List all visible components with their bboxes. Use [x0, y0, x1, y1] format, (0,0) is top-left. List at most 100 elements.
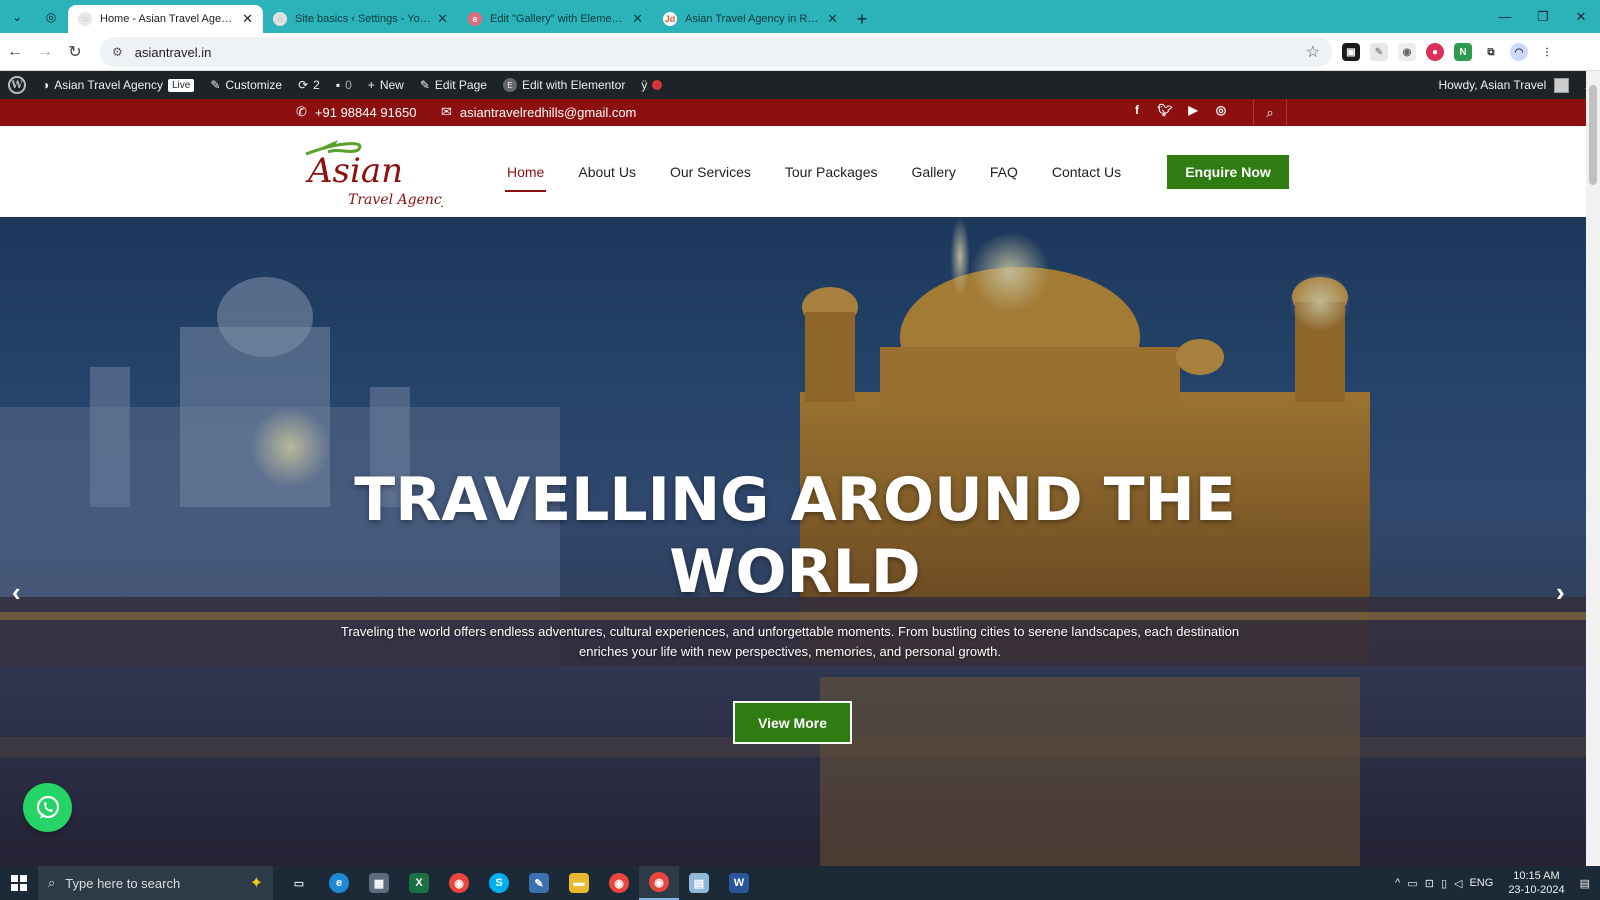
new-tab-button[interactable]: +: [848, 5, 876, 33]
chevron-up-icon[interactable]: ^: [1395, 877, 1400, 889]
pen-icon[interactable]: ✎: [1370, 43, 1388, 61]
slider-next-arrow-icon[interactable]: ›: [1556, 577, 1565, 608]
windows-start-button[interactable]: [0, 866, 38, 900]
forward-arrow-icon[interactable]: →: [30, 43, 60, 61]
twitter-icon[interactable]: 🐦︎: [1157, 103, 1172, 117]
nav-contact-us[interactable]: Contact Us: [1035, 126, 1138, 217]
chrome-app[interactable]: ◉: [439, 866, 479, 900]
paint-app[interactable]: ✎: [519, 866, 559, 900]
nav-gallery[interactable]: Gallery: [894, 126, 972, 217]
extension-icon[interactable]: ▣: [1342, 43, 1360, 61]
chrome-active-app[interactable]: ◉: [639, 866, 679, 900]
wp-comments[interactable]: ▪ 0: [328, 71, 360, 99]
wp-account[interactable]: Howdy, Asian Travel ⌕: [1438, 71, 1592, 99]
minimize-icon[interactable]: —: [1486, 0, 1524, 33]
excel-app[interactable]: X: [399, 866, 439, 900]
taskbar-search-box[interactable]: ⌕ Type here to search ✦: [38, 866, 273, 900]
chrome-icon: ◉: [449, 873, 469, 893]
close-tab-icon[interactable]: ✕: [437, 11, 448, 27]
skype-app[interactable]: S: [479, 866, 519, 900]
address-bar[interactable]: ⚙ asiantravel.in ☆: [100, 37, 1332, 67]
restore-icon[interactable]: ❐: [1524, 0, 1562, 33]
chrome-profile-app[interactable]: ◉: [599, 866, 639, 900]
color-picker-icon[interactable]: ●: [1426, 43, 1444, 61]
nav-faq[interactable]: FAQ: [973, 126, 1035, 217]
email-link[interactable]: ✉ asiantravelredhills@gmail.com: [441, 104, 636, 120]
justdial-icon: Jd: [663, 12, 677, 26]
hero-slider: TRAVELLING AROUND THE WORLD Traveling th…: [0, 217, 1586, 866]
facebook-icon[interactable]: f: [1130, 103, 1144, 117]
new-label: New: [379, 78, 404, 92]
instagram-icon[interactable]: ◎: [1214, 103, 1228, 117]
edge-icon: e: [329, 873, 349, 893]
hero-headline: TRAVELLING AROUND THE WORLD: [354, 465, 1236, 607]
elementor-icon: e: [468, 12, 482, 26]
site-logo[interactable]: Asian Travel Agency: [298, 138, 443, 210]
browser-tab-home[interactable]: ◌ Home - Asian Travel Agency ✕: [68, 5, 263, 33]
page-scrollbar[interactable]: [1586, 71, 1600, 866]
phone-link[interactable]: ✆ +91 98844 91650: [296, 104, 416, 120]
task-view-button[interactable]: ▭: [279, 866, 319, 900]
back-arrow-icon[interactable]: ←: [0, 43, 30, 61]
email-address: asiantravelredhills@gmail.com: [459, 104, 637, 120]
file-explorer-app[interactable]: ▬: [559, 866, 599, 900]
howdy-label: Howdy, Asian Travel: [1438, 78, 1547, 92]
logo-text-main: Asian: [305, 151, 403, 191]
skype-icon: S: [489, 873, 509, 893]
wp-new-content[interactable]: + New: [360, 71, 412, 99]
wp-edit-page[interactable]: ✎ Edit Page: [412, 71, 495, 99]
browser-tab-yoast[interactable]: ◌ Site basics ‹ Settings - Yoast SEO ✕: [263, 5, 458, 33]
header-search-button[interactable]: ⌕: [1253, 99, 1287, 126]
close-tab-icon[interactable]: ✕: [827, 11, 838, 27]
tab-search-button[interactable]: ⌄: [0, 0, 34, 33]
close-tab-icon[interactable]: ✕: [632, 11, 643, 27]
tab-title: Asian Travel Agency in Redhills: [685, 13, 821, 25]
notification-icon[interactable]: ▤: [1580, 877, 1590, 890]
word-app[interactable]: W: [719, 866, 759, 900]
tab-title: Edit "Gallery" with Elementor: [490, 13, 627, 25]
slider-prev-arrow-icon[interactable]: ‹: [12, 577, 21, 608]
wp-logo-menu[interactable]: W: [0, 71, 34, 99]
youtube-icon[interactable]: ▶: [1186, 103, 1200, 117]
view-more-button[interactable]: View More: [733, 701, 852, 744]
nav-home[interactable]: Home: [490, 126, 561, 217]
reload-icon[interactable]: ↻: [60, 42, 90, 62]
menu-dots-icon[interactable]: ⋮: [1538, 43, 1556, 61]
volume-icon[interactable]: ◁: [1454, 877, 1462, 890]
browser-tab-justdial[interactable]: Jd Asian Travel Agency in Redhills ✕: [653, 5, 848, 33]
display-icon[interactable]: ▭: [1407, 877, 1417, 890]
wp-yoast-menu[interactable]: ÿ: [633, 71, 670, 99]
clock[interactable]: 10:15 AM 23-10-2024: [1508, 869, 1564, 897]
network-icon[interactable]: ⊡: [1425, 877, 1434, 890]
wp-site-name[interactable]: ◑ Asian Travel Agency Live: [34, 71, 202, 99]
whatsapp-chat-button[interactable]: [23, 783, 72, 832]
site-info-icon[interactable]: ⚙: [112, 45, 123, 59]
close-window-icon[interactable]: ✕: [1562, 0, 1600, 33]
battery-icon[interactable]: ▯: [1441, 877, 1447, 890]
camera-icon[interactable]: ◉: [1398, 43, 1416, 61]
wp-updates[interactable]: ⟳ 2: [290, 71, 328, 99]
n-extension-icon[interactable]: N: [1454, 43, 1472, 61]
enquire-now-button[interactable]: Enquire Now: [1167, 155, 1289, 189]
puzzle-icon[interactable]: ⧉: [1482, 43, 1500, 61]
calculator-app[interactable]: ▦: [359, 866, 399, 900]
seo-status-dot: [652, 80, 663, 90]
nav-about-us[interactable]: About Us: [561, 126, 653, 217]
notes-app[interactable]: ▤: [679, 866, 719, 900]
bookmark-star-icon[interactable]: ☆: [1306, 42, 1320, 62]
nav-tour-packages[interactable]: Tour Packages: [768, 126, 895, 217]
user-avatar: [1554, 77, 1570, 93]
nav-our-services[interactable]: Our Services: [653, 126, 768, 217]
language-indicator[interactable]: ENG: [1469, 877, 1493, 889]
live-badge: Live: [167, 78, 195, 92]
openai-app-icon[interactable]: ◎: [34, 0, 68, 33]
browser-tab-elementor[interactable]: e Edit "Gallery" with Elementor ✕: [458, 5, 653, 33]
close-tab-icon[interactable]: ✕: [242, 11, 253, 27]
profile-avatar[interactable]: ◠: [1510, 43, 1528, 61]
chrome-icon: ◉: [609, 873, 629, 893]
scrollbar-thumb[interactable]: [1589, 85, 1597, 185]
wp-customize[interactable]: ✎ Customize: [202, 71, 290, 99]
edge-app[interactable]: e: [319, 866, 359, 900]
system-tray: ^ ▭ ⊡ ▯ ◁ ENG 10:15 AM 23-10-2024 ▤: [1395, 866, 1600, 900]
wp-edit-elementor[interactable]: E Edit with Elementor: [495, 71, 633, 99]
